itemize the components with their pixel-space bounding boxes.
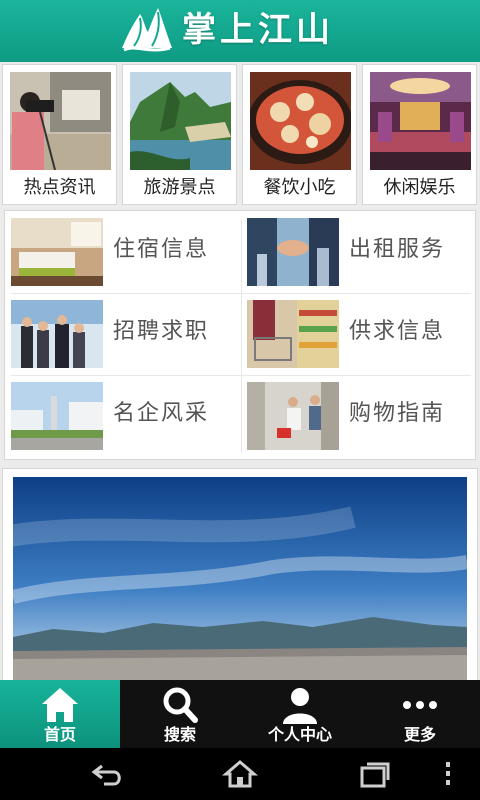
nav-profile[interactable]: 个人中心 — [240, 680, 360, 748]
service-item-shopping[interactable]: 购物指南 — [241, 375, 477, 457]
category-label: 热点资讯 — [23, 177, 96, 198]
nav-home[interactable]: 首页 — [0, 680, 120, 748]
overflow-menu-icon[interactable] — [436, 758, 460, 790]
category-tile-food[interactable]: 餐饮小吃 — [242, 64, 357, 205]
category-tile-leisure[interactable]: 休闲娱乐 — [362, 64, 477, 205]
more-dots-icon — [403, 701, 437, 709]
service-label: 购物指南 — [349, 401, 446, 426]
supermarket-cart-photo — [247, 300, 339, 368]
nav-label: 个人中心 — [267, 725, 332, 744]
city-panorama-photo[interactable] — [13, 477, 467, 681]
mountain-logo-icon — [122, 8, 172, 52]
search-icon — [163, 687, 198, 723]
service-label: 出租服务 — [349, 237, 446, 262]
recent-apps-icon[interactable] — [354, 758, 394, 790]
category-label: 休闲娱乐 — [383, 177, 456, 198]
service-item-supply[interactable]: 供求信息 — [241, 293, 477, 375]
business-team-photo — [11, 300, 103, 368]
category-grid: 热点资讯 旅游景点 餐饮小吃 休闲娱乐 — [2, 64, 478, 206]
home-icon — [42, 688, 78, 722]
service-list: 住宿信息 出租服务 招聘求职 供求信息 名企风采 购物指南 — [4, 210, 476, 460]
back-icon[interactable] — [88, 758, 128, 790]
service-item-jobs[interactable]: 招聘求职 — [5, 293, 241, 375]
app-header: 掌上江山 — [0, 0, 480, 62]
service-label: 供求信息 — [349, 319, 446, 344]
service-item-rental[interactable]: 出租服务 — [241, 211, 477, 293]
nav-more[interactable]: 更多 — [360, 680, 480, 748]
nav-label: 搜索 — [163, 725, 196, 744]
category-label: 餐饮小吃 — [263, 177, 336, 198]
user-icon — [283, 688, 317, 724]
bottom-nav: 首页 搜索 个人中心 更多 — [0, 680, 480, 748]
service-item-lodging[interactable]: 住宿信息 — [5, 211, 241, 293]
company-campus-photo — [11, 382, 103, 450]
service-label: 住宿信息 — [113, 237, 210, 262]
column-divider — [241, 219, 242, 453]
category-tile-news[interactable]: 热点资讯 — [2, 64, 117, 205]
category-label: 旅游景点 — [143, 177, 216, 198]
food-dish-photo — [250, 72, 351, 170]
shopping-women-photo — [247, 382, 339, 450]
service-item-companies[interactable]: 名企风采 — [5, 375, 241, 457]
handshake-photo — [247, 218, 339, 286]
banner-card — [2, 468, 478, 682]
hotel-room-photo — [11, 218, 103, 286]
scenic-river-photo — [130, 72, 231, 170]
service-label: 招聘求职 — [113, 319, 210, 344]
home-outline-icon[interactable] — [220, 758, 260, 790]
system-nav-bar — [0, 748, 480, 800]
nav-search[interactable]: 搜索 — [120, 680, 240, 748]
nav-label: 首页 — [43, 725, 76, 744]
news-reporter-photo — [10, 72, 111, 170]
app-logo: 掌上江山 — [118, 4, 368, 56]
category-tile-scenic[interactable]: 旅游景点 — [122, 64, 237, 205]
service-label: 名企风采 — [113, 401, 210, 426]
ktv-lounge-photo — [370, 72, 471, 170]
nav-label: 更多 — [403, 725, 436, 744]
app-title: 掌上江山 — [182, 10, 334, 50]
